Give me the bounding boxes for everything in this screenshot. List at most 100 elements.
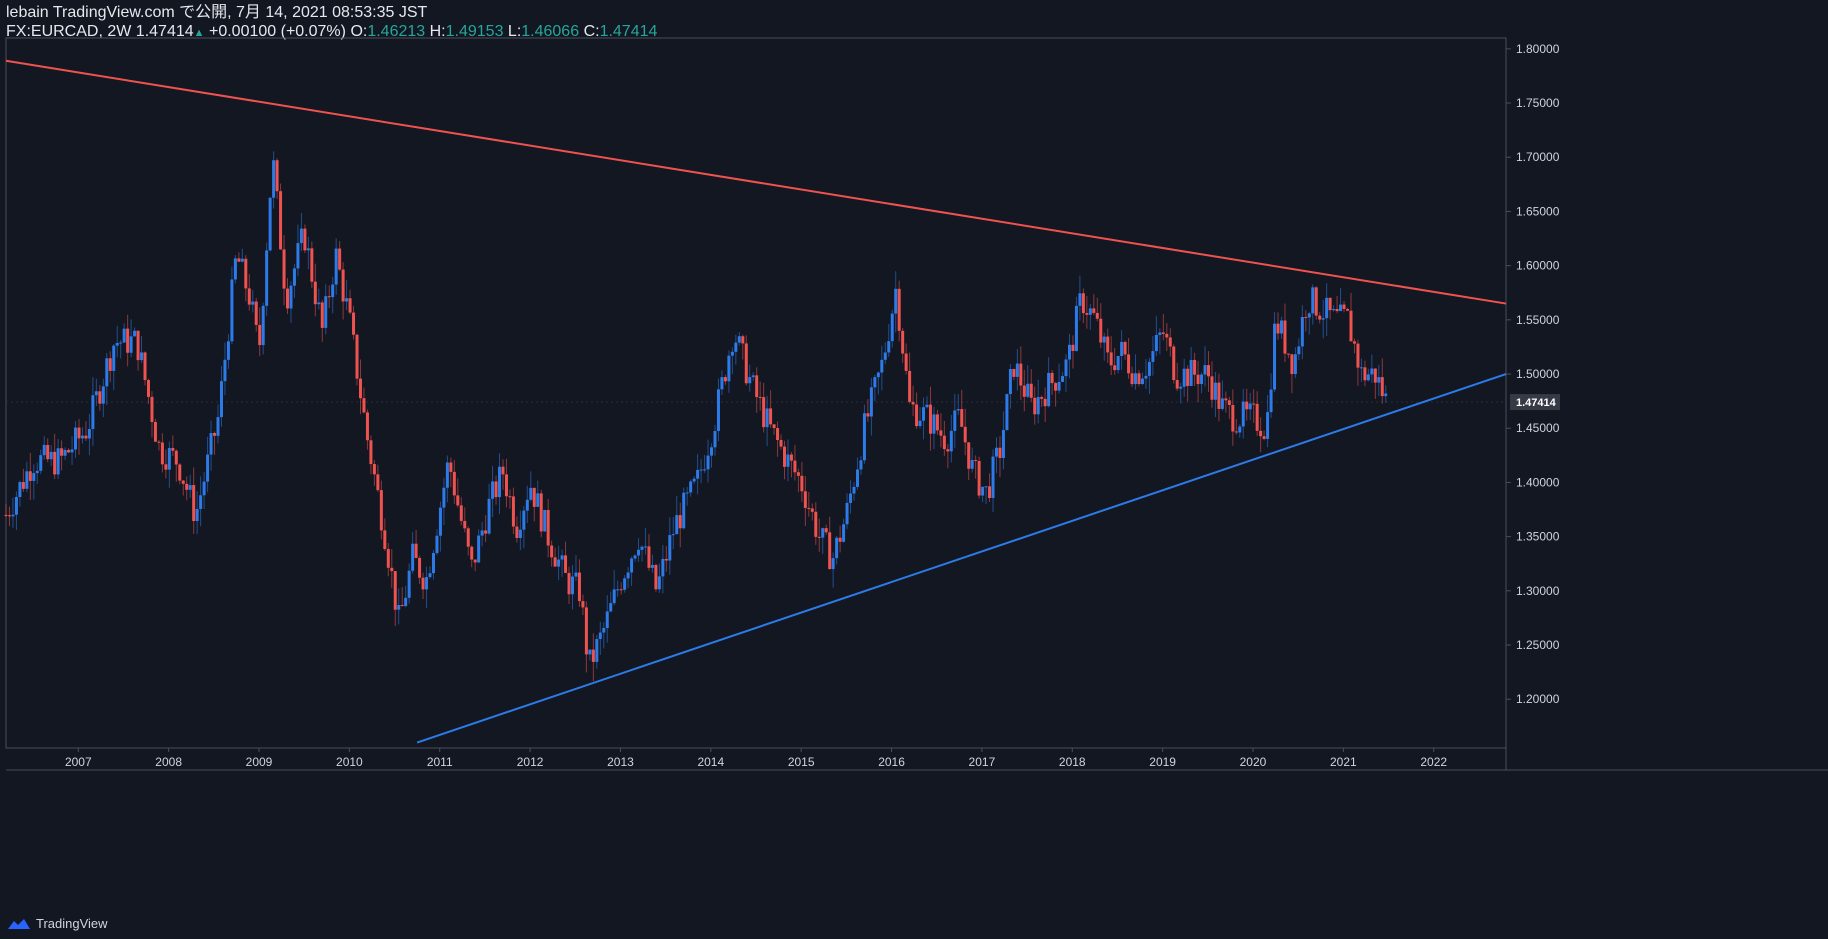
- candle-body: [984, 486, 988, 488]
- candle-body: [762, 397, 766, 428]
- candle-body: [1061, 376, 1065, 382]
- candle-body: [1081, 293, 1085, 314]
- candle-body: [1186, 368, 1190, 386]
- candle-body: [1033, 397, 1037, 415]
- candle-body: [167, 447, 171, 470]
- candle-body: [1172, 346, 1176, 381]
- candle-body: [689, 481, 693, 493]
- candle-body: [338, 248, 342, 270]
- candle-body: [932, 414, 936, 434]
- candle-body: [1140, 378, 1144, 385]
- candle-body: [776, 428, 780, 441]
- candle-body: [1339, 304, 1343, 312]
- candle-body: [18, 482, 22, 498]
- candle-body: [664, 558, 668, 561]
- candle-body: [1116, 355, 1120, 371]
- candle-body: [956, 409, 960, 411]
- candle-body: [1189, 359, 1193, 386]
- candle-body: [1151, 351, 1155, 362]
- candle-body: [1182, 368, 1186, 387]
- candle-body: [1359, 367, 1363, 369]
- candle-body: [960, 409, 964, 427]
- resistance-trendline[interactable]: [5, 59, 1507, 305]
- candle-body: [782, 446, 786, 467]
- price-tick-label: 1.20000: [1516, 692, 1560, 706]
- candle-body: [21, 482, 25, 489]
- candle-body: [699, 469, 703, 471]
- candle-body: [80, 435, 84, 439]
- candle-body: [473, 559, 477, 563]
- price-tick-label: 1.40000: [1516, 475, 1560, 489]
- candle-body: [265, 250, 269, 306]
- candle-body: [487, 498, 491, 534]
- candle-body: [529, 487, 533, 500]
- candle-body: [60, 448, 64, 456]
- candle-body: [626, 572, 630, 579]
- candle-body: [1349, 310, 1353, 342]
- candle-body: [456, 495, 460, 506]
- candle-body: [393, 571, 397, 610]
- price-tick-label: 1.65000: [1516, 204, 1560, 218]
- candle-body: [922, 407, 926, 421]
- candle-body: [967, 442, 971, 469]
- support-trendline[interactable]: [416, 373, 1507, 744]
- candle-body: [567, 572, 571, 595]
- candle-body: [1328, 297, 1332, 311]
- candle-body: [268, 197, 272, 251]
- candle-body: [901, 330, 905, 354]
- candle-body: [379, 490, 383, 531]
- candle-body: [358, 378, 362, 399]
- candle-body: [84, 435, 88, 439]
- candle-body: [1241, 401, 1245, 427]
- candle-body: [1036, 397, 1040, 415]
- candle-body: [153, 421, 157, 442]
- candle-body: [838, 537, 842, 542]
- candle-body: [411, 543, 415, 571]
- candle-body: [53, 451, 57, 475]
- candle-body: [1255, 403, 1259, 431]
- candle-body: [115, 342, 119, 346]
- candle-body: [310, 248, 314, 282]
- price-axis[interactable]: 1.80000 1.75000 1.70000 1.65000 1.60000 1.550…: [1506, 42, 1560, 706]
- candle-body: [185, 483, 189, 490]
- candle-body: [39, 455, 43, 471]
- candle-body: [525, 499, 529, 511]
- candle-body: [602, 628, 606, 633]
- time-axis[interactable]: 2007 2008 2009 2010 2011 2012 2013 2014 2015 2016…: [65, 748, 1447, 769]
- candle-body: [1158, 332, 1162, 335]
- candle-body: [643, 546, 647, 548]
- candle-body: [449, 462, 453, 472]
- candle-body: [504, 474, 508, 497]
- candle-body: [1245, 401, 1249, 410]
- candle-body: [1085, 313, 1089, 315]
- candle-body: [11, 514, 15, 517]
- candle-body: [470, 546, 474, 560]
- candle-body: [362, 398, 366, 413]
- candle-body: [306, 248, 310, 251]
- candle-body: [876, 372, 880, 378]
- candle-body: [28, 471, 32, 481]
- candle-body: [935, 414, 939, 431]
- candle-body: [390, 567, 394, 572]
- candle-body: [1321, 318, 1325, 320]
- candle-body: [546, 509, 550, 546]
- candle-body: [751, 375, 755, 378]
- candle-body: [539, 493, 543, 532]
- price-chart[interactable]: 1.80000 1.75000 1.70000 1.65000 1.60000 1.550…: [0, 0, 1828, 939]
- candle-body: [181, 480, 185, 484]
- candle-body: [800, 475, 804, 492]
- candle-body: [1207, 365, 1211, 377]
- time-tick-label: 2011: [427, 755, 453, 769]
- candle-body: [1029, 383, 1033, 398]
- candle-body: [710, 447, 714, 456]
- candle-body: [317, 302, 321, 305]
- candle-body: [275, 160, 279, 192]
- candle-body: [577, 572, 581, 602]
- candle-body: [313, 281, 317, 305]
- candle-body: [564, 555, 568, 573]
- candle-body: [977, 460, 981, 496]
- candle-body: [63, 449, 67, 456]
- candle-body: [1074, 305, 1078, 352]
- candle-body: [536, 493, 540, 507]
- candle-body: [1130, 373, 1134, 385]
